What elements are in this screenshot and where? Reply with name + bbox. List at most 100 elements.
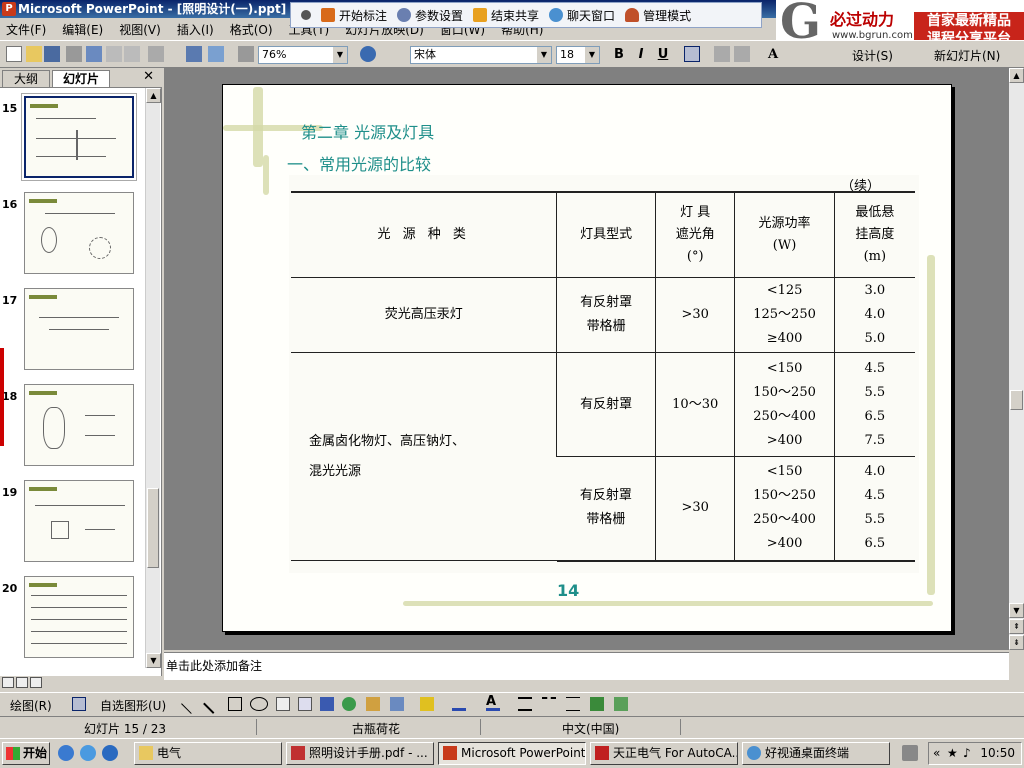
bullets-icon[interactable] (734, 46, 750, 62)
close-icon[interactable]: ✕ (143, 69, 154, 84)
arrow-style-icon[interactable] (566, 697, 580, 711)
font-color-icon[interactable]: A (486, 695, 500, 711)
conference-icon (747, 746, 761, 760)
cell-height: 3.0 4.0 5.0 (833, 277, 915, 353)
menu-insert[interactable]: 插入(I) (177, 21, 214, 38)
sorter-view-icon[interactable] (16, 677, 28, 688)
rectangle-icon[interactable] (228, 697, 242, 711)
prev-slide-icon[interactable]: ⇞ (1009, 619, 1024, 634)
desktop-icon[interactable] (80, 745, 96, 761)
save-icon[interactable] (44, 46, 60, 62)
task-autocad[interactable]: 天正电气 For AutoCA... (590, 742, 738, 765)
settings-button[interactable]: 参数设置 (397, 7, 463, 24)
open-icon[interactable] (26, 46, 42, 62)
fill-color-icon[interactable] (420, 697, 434, 711)
start-annotate-button[interactable]: 开始标注 (321, 7, 387, 24)
select-pointer-icon[interactable] (72, 697, 86, 711)
clipart-icon[interactable] (366, 697, 380, 711)
keyboard-icon[interactable] (902, 745, 918, 761)
slideshow-view-icon[interactable] (30, 677, 42, 688)
browser-icon[interactable] (58, 745, 74, 761)
header-power: 光源功率 (W) (734, 191, 835, 278)
font-size-select[interactable]: 18 ▼ (556, 46, 600, 64)
slide-thumbnail-19[interactable] (24, 480, 134, 562)
shadow-icon[interactable] (590, 697, 604, 711)
next-slide-icon[interactable]: ⇟ (1009, 635, 1024, 650)
task-video-conference[interactable]: 好视通桌面终端 (742, 742, 890, 765)
end-share-button[interactable]: 结束共享 (473, 7, 539, 24)
slide-thumbnail-18[interactable] (24, 384, 134, 466)
line-icon[interactable] (181, 694, 201, 714)
scroll-thumb[interactable] (147, 488, 159, 568)
task-pdf[interactable]: 照明设计手册.pdf - ... (286, 742, 434, 765)
line-color-icon[interactable] (452, 697, 466, 711)
menu-view[interactable]: 视图(V) (119, 21, 161, 38)
align-left-icon[interactable] (684, 46, 700, 62)
preview-icon[interactable] (86, 46, 102, 62)
draw-menu-button[interactable]: 绘图(R) (10, 697, 52, 714)
font-color-button[interactable]: A (764, 46, 782, 64)
cell-power: <125 125～250 ≥400 (734, 277, 835, 353)
start-button[interactable]: 开始 (2, 742, 50, 765)
chart-icon[interactable] (186, 46, 202, 62)
textbox-icon[interactable] (276, 697, 290, 711)
tab-slides[interactable]: 幻灯片 (52, 70, 110, 87)
menu-format[interactable]: 格式(O) (230, 21, 273, 38)
help-icon[interactable] (360, 46, 376, 62)
menu-file[interactable]: 文件(F) (6, 21, 46, 38)
volume-icon[interactable]: ♪ (963, 743, 971, 764)
menu-edit[interactable]: 编辑(E) (62, 21, 103, 38)
pin-button[interactable] (301, 10, 311, 20)
slides-scrollbar[interactable]: ▲ ▼ (145, 88, 161, 668)
admin-mode-button[interactable]: 管理模式 (625, 7, 691, 24)
oval-icon[interactable] (250, 697, 268, 711)
vertical-textbox-icon[interactable] (298, 697, 312, 711)
zoom-select[interactable]: 76% ▼ (258, 46, 348, 64)
slide-number: 20 (2, 582, 18, 595)
autoshapes-button[interactable]: 自选图形(U) (100, 697, 166, 714)
task-powerpoint[interactable]: Microsoft PowerPoint -... (438, 742, 586, 765)
scroll-thumb[interactable] (1010, 390, 1023, 410)
slide-thumbnail-20[interactable] (24, 576, 134, 658)
edit-scrollbar[interactable]: ▲ ▼ ⇞ ⇟ (1009, 68, 1024, 650)
slide-thumbnail-17[interactable] (24, 288, 134, 370)
standard-toolbar: 76% ▼ 宋体 ▼ 18 ▼ B I U A 设计(S) 新幻灯片(N) (0, 40, 1024, 68)
new-slide-button[interactable]: 新幻灯片(N) (934, 47, 1000, 64)
italic-button[interactable]: I (632, 46, 650, 64)
cut-icon[interactable] (106, 46, 122, 62)
media-icon[interactable] (102, 745, 118, 761)
design-button[interactable]: 设计(S) (852, 47, 893, 64)
paste-icon[interactable] (124, 46, 140, 62)
notes-pane[interactable]: 单击此处添加备注 (164, 652, 1009, 680)
arrow-icon[interactable] (203, 694, 223, 714)
tab-outline[interactable]: 大纲 (2, 70, 50, 87)
dash-style-icon[interactable] (542, 697, 556, 711)
table-icon[interactable] (208, 46, 224, 62)
picture-icon[interactable] (390, 697, 404, 711)
undo-icon[interactable] (148, 46, 164, 62)
3d-icon[interactable] (614, 697, 628, 711)
print-icon[interactable] (66, 46, 82, 62)
scroll-up-icon[interactable]: ▲ (1009, 68, 1024, 83)
scroll-down-icon[interactable]: ▼ (146, 653, 161, 668)
scroll-up-icon[interactable]: ▲ (146, 88, 161, 103)
tray-expand-icon[interactable]: « (933, 743, 940, 764)
underline-button[interactable]: U (654, 46, 672, 64)
chat-window-button[interactable]: 聊天窗口 (549, 7, 615, 24)
wordart-icon[interactable] (320, 697, 334, 711)
bold-button[interactable]: B (610, 46, 628, 64)
normal-view-icon[interactable] (2, 677, 14, 688)
slide-thumbnail-15[interactable] (21, 93, 137, 181)
font-select[interactable]: 宋体 ▼ (410, 46, 552, 64)
grid-icon[interactable] (238, 46, 254, 62)
tray-app-icon[interactable]: ★ (947, 743, 958, 764)
slide-canvas[interactable]: 第二章 光源及灯具 一、常用光源的比较 （续） 光 源 种 类 灯具型式 灯 具… (222, 84, 952, 632)
line-style-icon[interactable] (518, 697, 532, 711)
task-folder[interactable]: 电气 (134, 742, 282, 765)
numbering-icon[interactable] (714, 46, 730, 62)
diagram-icon[interactable] (342, 697, 356, 711)
slide-thumbnail-16[interactable] (24, 192, 134, 274)
scroll-down-icon[interactable]: ▼ (1009, 603, 1024, 618)
cell-fixture: 有反射罩 带格栅 (556, 277, 656, 353)
new-icon[interactable] (6, 46, 22, 62)
